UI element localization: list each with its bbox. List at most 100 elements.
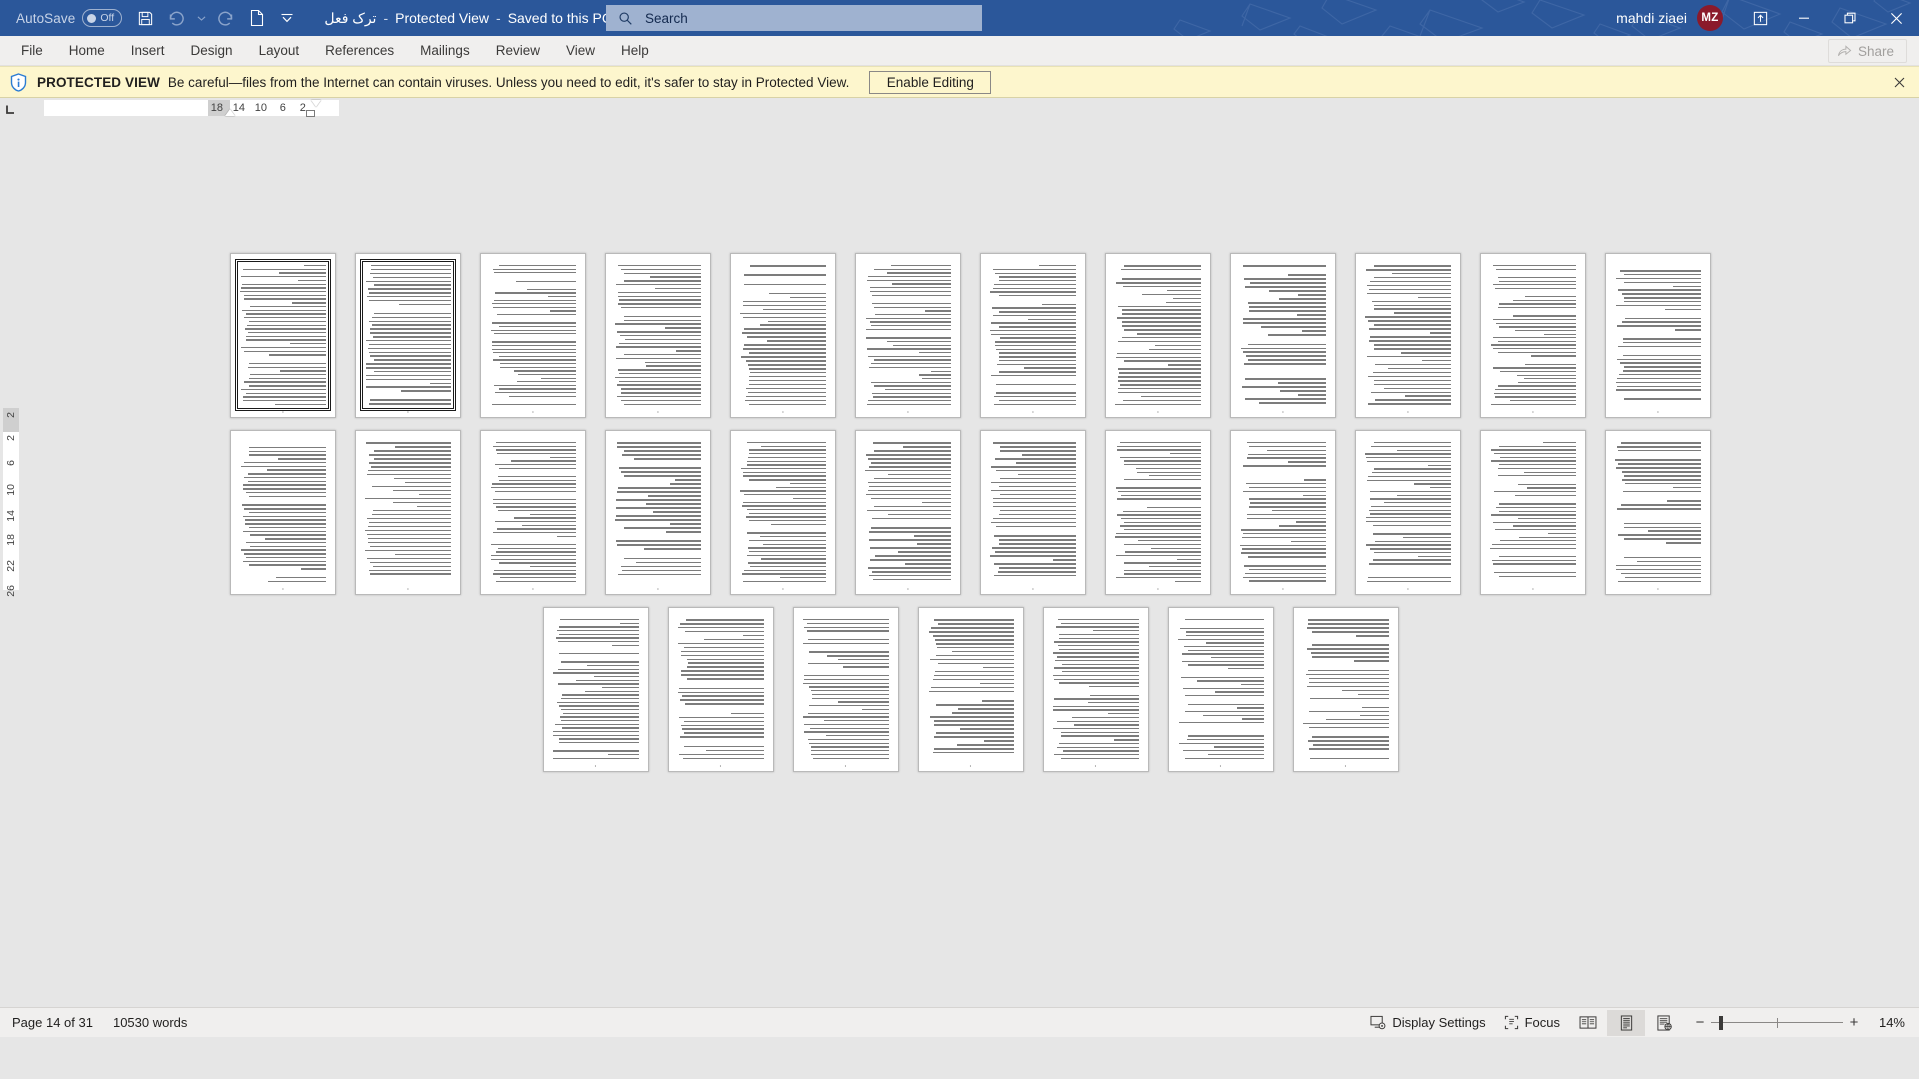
document-title-group[interactable]: ترک فعل - Protected View - Saved to this…	[324, 10, 630, 27]
left-indent-marker[interactable]	[305, 110, 315, 117]
tab-references[interactable]: References	[312, 36, 407, 65]
page-thumbnail[interactable]: •	[1042, 607, 1149, 772]
undo-dropdown-button[interactable]	[190, 3, 212, 33]
enable-editing-button[interactable]: Enable Editing	[869, 70, 992, 94]
vertical-ruler[interactable]: 2 2 6 10 14 18 22 26	[0, 120, 22, 1007]
web-layout-button[interactable]	[1645, 1010, 1683, 1036]
text-line	[930, 716, 1014, 718]
text-line	[562, 712, 639, 714]
text-line	[240, 346, 326, 349]
autosave-toggle[interactable]: Off	[82, 9, 123, 27]
tab-help[interactable]: Help	[608, 36, 662, 65]
first-line-indent-marker[interactable]	[224, 109, 235, 116]
new-document-button[interactable]	[242, 3, 272, 33]
protected-view-close-button[interactable]	[1889, 72, 1909, 92]
document-canvas[interactable]: • • • • • • • • • • • • • • • • • • • • • • • • • • • • • • •	[22, 120, 1919, 1007]
text-line	[1491, 559, 1576, 562]
share-button[interactable]: Share	[1827, 39, 1907, 63]
tab-stop-selector[interactable]	[0, 98, 22, 120]
page-thumbnail[interactable]: •	[542, 607, 649, 772]
page-thumbnail[interactable]: •	[855, 253, 961, 418]
restore-button[interactable]	[1827, 0, 1873, 36]
text-line	[247, 331, 326, 334]
text-line	[616, 442, 701, 444]
right-indent-marker[interactable]	[310, 100, 321, 107]
text-line	[994, 403, 1076, 405]
page-thumbnail[interactable]: •	[1230, 430, 1336, 595]
page-thumbnail[interactable]: •	[730, 253, 836, 418]
tab-layout[interactable]: Layout	[246, 36, 313, 65]
word-count[interactable]: 10530 words	[103, 1015, 197, 1030]
focus-button[interactable]: Focus	[1495, 1010, 1569, 1036]
page-thumbnail[interactable]: •	[1230, 253, 1336, 418]
page-thumbnail[interactable]: •	[230, 253, 336, 418]
text-line	[1246, 517, 1326, 520]
ribbon-display-options-button[interactable]	[1739, 0, 1781, 36]
ruler-track[interactable]: 18 14 10 6 2	[21, 98, 1919, 120]
page-thumbnail[interactable]: •	[355, 430, 461, 595]
page-thumbnail[interactable]: •	[1355, 253, 1461, 418]
text-line	[746, 516, 826, 518]
close-button[interactable]	[1873, 0, 1919, 36]
page-thumbnail[interactable]: •	[1167, 607, 1274, 772]
autosave-control[interactable]: AutoSave Off	[12, 9, 130, 27]
page-thumbnail[interactable]: •	[605, 430, 711, 595]
page-indicator[interactable]: Page 14 of 31	[12, 1015, 103, 1030]
zoom-slider[interactable]	[1711, 1013, 1843, 1033]
page-thumbnail[interactable]: •	[917, 607, 1024, 772]
redo-button[interactable]	[212, 3, 242, 33]
minimize-button[interactable]	[1781, 0, 1827, 36]
page-thumbnail[interactable]: •	[480, 430, 586, 595]
ribbon-display-options-icon	[1753, 11, 1767, 25]
undo-button[interactable]	[160, 3, 190, 33]
page-thumbnail[interactable]: •	[1480, 253, 1586, 418]
avatar[interactable]: MZ	[1697, 5, 1723, 31]
search-input[interactable]: Search	[606, 5, 982, 31]
page-thumbnail[interactable]: •	[1105, 430, 1211, 595]
tab-review[interactable]: Review	[483, 36, 553, 65]
tab-design[interactable]: Design	[178, 36, 246, 65]
page-thumbnail[interactable]: •	[792, 607, 899, 772]
save-button[interactable]	[130, 3, 160, 33]
page-thumbnail[interactable]: •	[730, 430, 836, 595]
page-thumbnail[interactable]: •	[1355, 430, 1461, 595]
page-thumbnail[interactable]: •	[980, 430, 1086, 595]
page-thumbnail[interactable]: •	[980, 253, 1086, 418]
text-line	[936, 731, 1014, 734]
page-thumbnail[interactable]: •	[1105, 253, 1211, 418]
zoom-level-label[interactable]: 14%	[1865, 1015, 1911, 1030]
account-name[interactable]: mahdi ziaei	[1616, 10, 1687, 26]
text-line	[789, 482, 826, 485]
page-thumbnail[interactable]: •	[1480, 430, 1586, 595]
text-line	[1117, 387, 1201, 390]
page-thumbnail[interactable]: •	[667, 607, 774, 772]
tab-home[interactable]: Home	[56, 36, 118, 65]
tab-insert[interactable]: Insert	[118, 36, 178, 65]
text-line	[495, 463, 576, 466]
horizontal-ruler[interactable]: 18 14 10 6 2	[0, 98, 1919, 120]
text-line	[1018, 473, 1076, 476]
page-thumbnail[interactable]: •	[605, 253, 711, 418]
page-thumbnail[interactable]: •	[1292, 607, 1399, 772]
page-thumbnail[interactable]: •	[1605, 253, 1711, 418]
tab-file[interactable]: File	[8, 36, 56, 65]
text-line	[615, 284, 701, 286]
page-thumbnail[interactable]: •	[855, 430, 961, 595]
page-thumbnail[interactable]: •	[230, 430, 336, 595]
page-content	[1365, 265, 1451, 405]
zoom-out-button[interactable]: −	[1689, 1014, 1711, 1031]
text-line	[244, 381, 326, 383]
ruler-white-area	[43, 100, 339, 116]
text-line	[1623, 281, 1701, 284]
display-settings-button[interactable]: Display Settings	[1361, 1010, 1494, 1036]
tab-mailings[interactable]: Mailings	[407, 36, 483, 65]
tab-view[interactable]: View	[553, 36, 608, 65]
page-thumbnail[interactable]: •	[355, 253, 461, 418]
zoom-in-button[interactable]: +	[1843, 1014, 1865, 1031]
page-thumbnail[interactable]: •	[1605, 430, 1711, 595]
customize-quick-access-toolbar-button[interactable]	[272, 3, 302, 33]
page-thumbnail[interactable]: •	[480, 253, 586, 418]
zoom-slider-thumb[interactable]	[1719, 1015, 1723, 1030]
read-mode-button[interactable]	[1569, 1010, 1607, 1036]
print-layout-button[interactable]	[1607, 1009, 1645, 1036]
